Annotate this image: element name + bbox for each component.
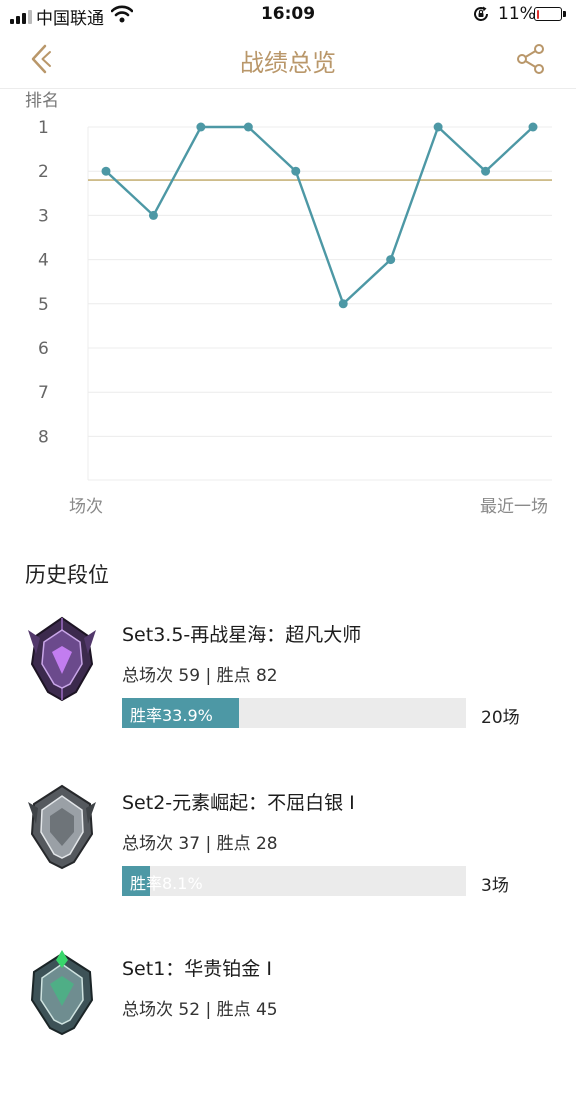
- y-tick-label: 1: [38, 118, 49, 138]
- page-title: 战绩总览: [240, 49, 336, 77]
- data-point: [386, 255, 396, 265]
- rotation-lock-icon: [474, 6, 488, 21]
- y-tick-label: 5: [38, 295, 49, 315]
- win-rate-bar: 胜率8.1%: [122, 866, 466, 896]
- season-card[interactable]: Set2-元素崛起：不屈白银 I 总场次 37 | 胜点 28 胜率8.1% 3…: [0, 782, 576, 942]
- season-name: Set3.5-再战星海：超凡大师: [122, 624, 362, 646]
- battery-percent: 11%: [498, 4, 536, 24]
- data-point: [433, 122, 443, 132]
- game-count: 3场: [481, 876, 509, 896]
- data-point: [291, 166, 301, 176]
- y-tick-label: 8: [38, 427, 49, 447]
- x-axis-label-start: 场次: [69, 497, 103, 517]
- share-icon[interactable]: [514, 42, 548, 76]
- season-name: Set2-元素崛起：不屈白银 I: [122, 792, 355, 814]
- win-rate-label: 胜率33.9%: [130, 706, 213, 725]
- silver-emblem-icon: [28, 784, 96, 870]
- data-point: [196, 122, 206, 132]
- master-emblem-icon: [28, 616, 96, 702]
- rank-chart: 1 2 3 4 5 6 7 8 排名 场次 最近一场: [0, 89, 576, 529]
- data-point: [101, 166, 111, 176]
- season-card[interactable]: Set1：华贵铂金 I 总场次 52 | 胜点 45: [0, 948, 576, 1108]
- history-section-title: 历史段位: [25, 563, 109, 587]
- y-tick-label: 7: [38, 383, 49, 403]
- season-name: Set1：华贵铂金 I: [122, 958, 272, 980]
- data-point: [243, 122, 253, 132]
- nav-bar: 战绩总览: [0, 30, 576, 88]
- y-tick-label: 2: [38, 162, 49, 182]
- y-tick-label: 4: [38, 251, 49, 271]
- season-stats: 总场次 52 | 胜点 45: [122, 1000, 278, 1020]
- data-point: [481, 166, 491, 176]
- y-axis-title: 排名: [25, 91, 59, 111]
- data-point: [338, 299, 348, 309]
- game-count: 20场: [481, 708, 520, 728]
- data-point: [528, 122, 538, 132]
- platinum-emblem-icon: [30, 950, 94, 1036]
- rank-chart-svg: 1 2 3 4 5 6 7 8: [38, 118, 552, 481]
- season-stats: 总场次 37 | 胜点 28: [122, 834, 278, 854]
- x-axis-label-end: 最近一场: [480, 497, 548, 517]
- y-tick-label: 3: [38, 206, 49, 226]
- data-point: [148, 210, 158, 220]
- season-stats: 总场次 59 | 胜点 82: [122, 666, 278, 686]
- win-rate-bar: 胜率33.9%: [122, 698, 466, 728]
- battery-icon: [534, 7, 566, 21]
- y-tick-label: 6: [38, 339, 49, 359]
- status-bar: 中国联通 16:09 11%: [0, 0, 576, 30]
- season-card[interactable]: Set3.5-再战星海：超凡大师 总场次 59 | 胜点 82 胜率33.9% …: [0, 614, 576, 774]
- win-rate-label: 胜率8.1%: [130, 874, 203, 893]
